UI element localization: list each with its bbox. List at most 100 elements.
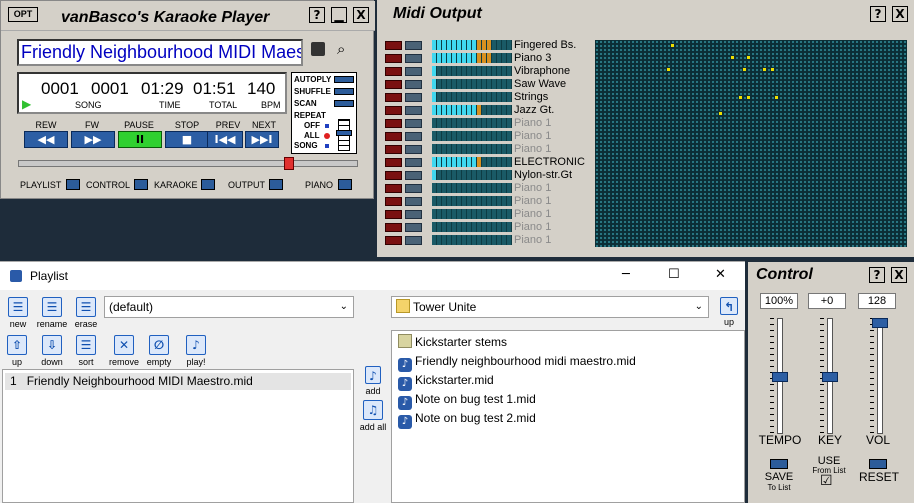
playlist-close-button[interactable]: ✕ [715,267,726,283]
shuffle-toggle[interactable] [334,88,354,95]
minimize-button[interactable]: ▁ [331,7,347,23]
channel-mute-button[interactable] [385,158,402,167]
stop-button[interactable]: ■ [165,131,209,148]
meter-segment [437,105,441,115]
channel-mute-button[interactable] [385,210,402,219]
rename-playlist-button[interactable]: ☰ rename [35,297,69,329]
save-disk-icon[interactable] [311,42,325,56]
preset-select[interactable]: (default) ⌄ [104,296,354,318]
use-from-list-checkbox[interactable]: ☑ [820,474,833,488]
channel-solo-button[interactable] [405,210,422,219]
playlist-row[interactable]: 1 Friendly Neighbourhood MIDI Maestro.mid [5,373,351,390]
channel-solo-button[interactable] [405,236,422,245]
help-button[interactable]: ? [309,7,325,23]
channel-solo-button[interactable] [405,197,422,206]
new-playlist-button[interactable]: ☰ new [5,297,31,329]
channel-mute-button[interactable] [385,106,402,115]
next-button[interactable]: ▶▶I [245,131,279,148]
repeat-song-label[interactable]: SONG [294,141,318,151]
remove-button[interactable]: ✕ remove [108,335,140,367]
midi-file-icon: ♪ [398,377,412,391]
channel-mute-button[interactable] [385,119,402,128]
channel-solo-button[interactable] [405,158,422,167]
channel-solo-button[interactable] [405,119,422,128]
midi-help-button[interactable]: ? [870,6,886,22]
tempo-slider-thumb[interactable] [772,372,788,382]
key-slider-thumb[interactable] [822,372,838,382]
channel-mute-button[interactable] [385,132,402,141]
channel-solo-button[interactable] [405,54,422,63]
add-all-button[interactable]: ♫ add all [358,400,388,432]
playlist-maximize-button[interactable]: ☐ [668,267,680,283]
meter-segment [487,40,491,50]
channel-mute-button[interactable] [385,223,402,232]
channel-solo-button[interactable] [405,132,422,141]
rew-button[interactable]: ◀◀ [24,131,68,148]
play-button[interactable]: ♪ play! [182,335,210,367]
channel-solo-button[interactable] [405,41,422,50]
prev-button[interactable]: I◀◀ [207,131,243,148]
pause-button[interactable]: II [118,131,162,148]
channel-mute-button[interactable] [385,54,402,63]
control-toggle[interactable] [134,179,148,190]
vol-slider-thumb[interactable] [872,318,888,328]
channel-mute-button[interactable] [385,67,402,76]
midi-close-button[interactable]: X [892,6,908,22]
midi-file-icon: ♪ [398,415,412,429]
control-close-button[interactable]: X [891,267,907,283]
save-tempo-toggle[interactable] [770,459,788,469]
channel-solo-button[interactable] [405,171,422,180]
channel-solo-button[interactable] [405,145,422,154]
search-icon[interactable]: ⌕ [337,42,345,57]
channel-mute-button[interactable] [385,184,402,193]
meter-segment [447,183,451,193]
channel-solo-button[interactable] [405,223,422,232]
sort-button[interactable]: ☰ sort [74,335,98,367]
channel-solo-button[interactable] [405,80,422,89]
repeat-slider-thumb[interactable] [336,130,352,136]
channel-mute-button[interactable] [385,171,402,180]
output-toggle[interactable] [269,179,283,190]
opt-button[interactable]: OPT [8,7,38,22]
move-down-button[interactable]: ⇩ down [38,335,66,367]
channel-mute-button[interactable] [385,145,402,154]
playlist-toggle[interactable] [66,179,80,190]
folder-item[interactable]: Kickstarter stems [398,334,507,350]
channel-mute-button[interactable] [385,93,402,102]
empty-button[interactable]: ∅ empty [144,335,174,367]
autoplay-toggle[interactable] [334,76,354,83]
channel-solo-button[interactable] [405,93,422,102]
close-button[interactable]: X [353,7,369,23]
playlist-minimize-button[interactable]: ─ [622,267,630,283]
add-button[interactable]: ♪ add [362,366,384,396]
reset-toggle[interactable] [869,459,887,469]
midi-file-item[interactable]: ♪ Note on bug test 2.mid [398,410,536,429]
midi-file-item[interactable]: ♪ Note on bug test 1.mid [398,391,536,410]
channel-mute-button[interactable] [385,236,402,245]
channel-solo-button[interactable] [405,106,422,115]
channel-mute-button[interactable] [385,80,402,89]
midi-file-item[interactable]: ♪ Kickstarter.mid [398,372,494,391]
channel-mute-button[interactable] [385,197,402,206]
seek-bar[interactable] [18,157,358,170]
karaoke-toggle[interactable] [201,179,215,190]
channel-solo-button[interactable] [405,67,422,76]
erase-playlist-button[interactable]: ☰ erase [72,297,100,329]
key-value: +0 [808,293,846,309]
channel-solo-button[interactable] [405,184,422,193]
vol-slider[interactable] [877,318,883,434]
channel-instrument-label: Piano 3 [514,52,552,64]
folder-up-button[interactable]: ↰ up [718,297,740,327]
player-window: OPT vanBasco's Karaoke Player ? ▁ X Frie… [0,0,375,199]
control-help-button[interactable]: ? [869,267,885,283]
fw-button[interactable]: ▶▶ [71,131,115,148]
scan-toggle[interactable] [334,100,354,107]
seek-thumb[interactable] [284,157,295,170]
channel-mute-button[interactable] [385,41,402,50]
piano-toggle[interactable] [338,179,352,190]
repeat-all-label[interactable]: ALL [304,131,320,141]
folder-select[interactable]: Tower Unite ⌄ [391,296,709,318]
repeat-off-label[interactable]: OFF [304,121,320,131]
move-up-button[interactable]: ⇧ up [5,335,29,367]
midi-file-item[interactable]: ♪ Friendly neighbourhood midi maestro.mid [398,353,636,372]
